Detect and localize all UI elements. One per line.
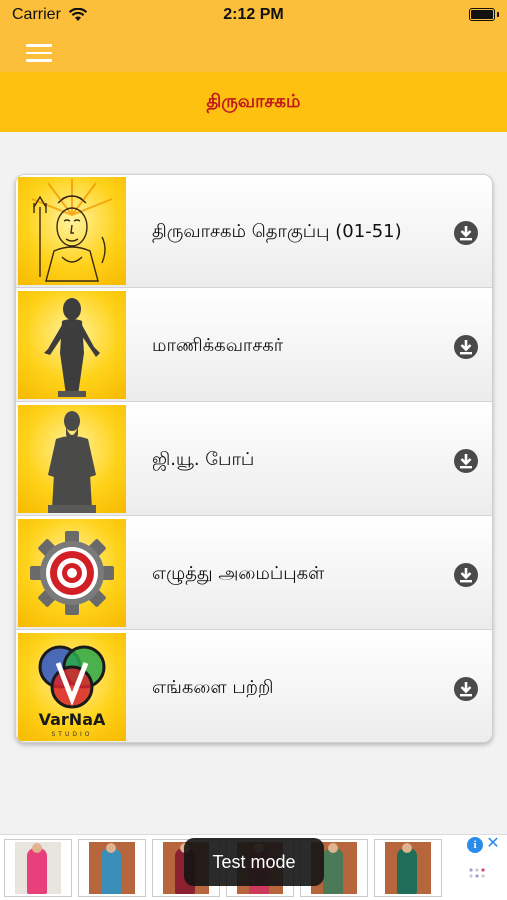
download-icon[interactable]: [454, 449, 478, 473]
list-item-label: எழுத்து அமைப்புகள்: [152, 563, 325, 584]
logo-subtitle: STUDIO: [52, 731, 93, 738]
title-bar: திருவாசகம்: [0, 72, 507, 132]
ad-close-icon[interactable]: ✕: [485, 834, 501, 852]
clock: 2:12 PM: [223, 6, 284, 23]
ad-product-image[interactable]: [4, 839, 72, 897]
list-item-label: எங்களை பற்றி: [152, 677, 274, 698]
ad-product-image[interactable]: [374, 839, 442, 897]
ad-info-icon[interactable]: i: [467, 837, 483, 853]
shiva-sketch-icon: [18, 177, 126, 285]
ad-product-image[interactable]: [78, 839, 146, 897]
page-title: திருவாசகம்: [206, 90, 301, 112]
list-item-thiruvasagam-collection[interactable]: திருவாசகம் தொகுப்பு (01-51): [16, 175, 492, 288]
list-item-about-us[interactable]: VarNaA STUDIO எங்களை பற்றி: [16, 631, 492, 742]
download-icon[interactable]: [454, 563, 478, 587]
logo-wordmark: VarNaA: [39, 710, 106, 729]
list-item-label: திருவாசகம் தொகுப்பு (01-51): [152, 221, 402, 242]
varnaa-logo-icon: VarNaA STUDIO: [18, 633, 126, 741]
download-icon[interactable]: [454, 677, 478, 701]
list-item-font-settings[interactable]: எழுத்து அமைப்புகள்: [16, 517, 492, 630]
list-item-label: ஜி.யூ. போப்: [152, 449, 255, 470]
list-item-label: மாணிக்கவாசகர்: [152, 335, 284, 356]
download-icon[interactable]: [454, 221, 478, 245]
download-icon[interactable]: [454, 335, 478, 359]
status-bar: Carrier 2:12 PM: [0, 0, 507, 32]
gu-pope-statue-icon: [18, 405, 126, 513]
list-item-manikkavasagar[interactable]: மாணிக்கவாசகர்: [16, 289, 492, 402]
saint-statue-icon: [18, 291, 126, 399]
settings-gear-icon: [18, 519, 126, 627]
battery-icon: [469, 8, 499, 21]
ad-test-mode-badge: Test mode: [184, 838, 324, 886]
menu-list: திருவாசகம் தொகுப்பு (01-51) மாணிக்கவாசகர…: [15, 174, 493, 743]
app-bar: [0, 32, 507, 72]
list-item-gu-pope[interactable]: ஜி.யூ. போப்: [16, 403, 492, 516]
hamburger-menu-icon[interactable]: [26, 44, 52, 62]
ad-dots-icon: [469, 868, 485, 878]
